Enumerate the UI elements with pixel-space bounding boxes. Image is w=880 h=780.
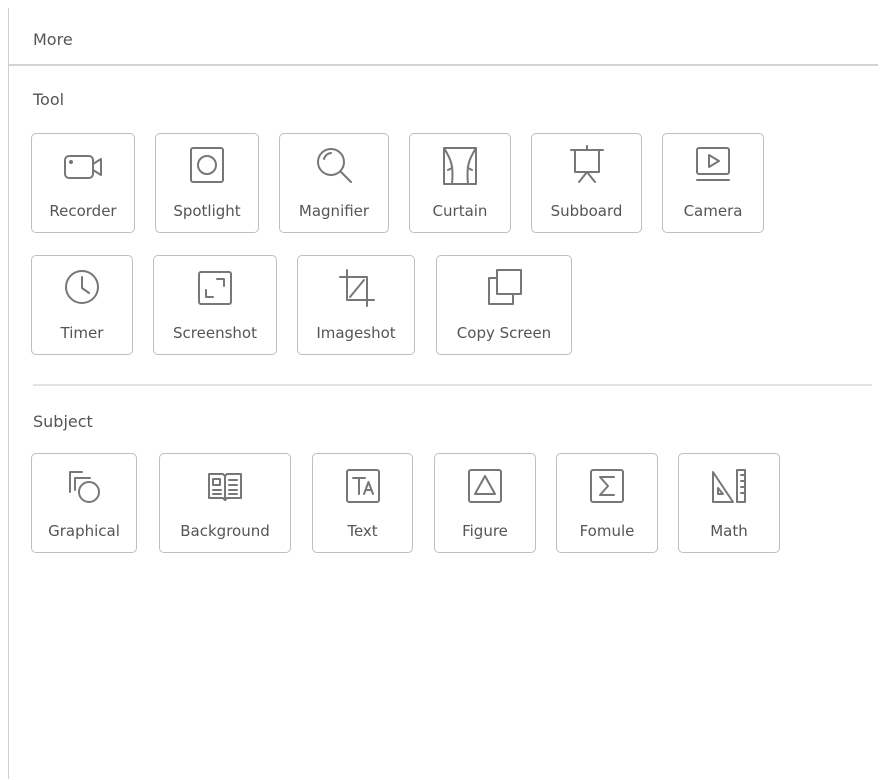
- magnifier-label: Magnifier: [298, 202, 370, 220]
- subboard-button[interactable]: Subboard: [531, 133, 642, 233]
- imageshot-label: Imageshot: [316, 324, 396, 342]
- section-divider: [33, 384, 872, 386]
- magnifier-button[interactable]: Magnifier: [279, 133, 389, 233]
- subboard-label: Subboard: [550, 202, 623, 220]
- screenshot-button[interactable]: Screenshot: [153, 255, 277, 355]
- open-book-icon: [201, 462, 249, 510]
- panel-header: More: [9, 8, 878, 66]
- background-label: Background: [180, 522, 270, 540]
- screenshot-label: Screenshot: [173, 324, 257, 342]
- triangle-figure-icon: [461, 462, 509, 510]
- imageshot-button[interactable]: Imageshot: [297, 255, 415, 355]
- camera-label: Camera: [683, 202, 743, 220]
- timer-button[interactable]: Timer: [31, 255, 133, 355]
- clock-icon: [58, 264, 106, 312]
- curtain-label: Curtain: [432, 202, 488, 220]
- subject-section-title: Subject: [33, 412, 93, 431]
- video-camera-icon: [59, 142, 107, 190]
- shapes-icon: [60, 462, 108, 510]
- set-square-ruler-icon: [705, 462, 753, 510]
- tool-section-title: Tool: [33, 90, 65, 109]
- more-panel: More Tool Recorder Spotlight Magnifier C…: [8, 8, 878, 779]
- fomule-button[interactable]: Fomule: [556, 453, 658, 553]
- spotlight-button[interactable]: Spotlight: [155, 133, 259, 233]
- curtain-icon: [436, 142, 484, 190]
- recorder-button[interactable]: Recorder: [31, 133, 135, 233]
- magnifier-icon: [310, 142, 358, 190]
- text-button[interactable]: Text: [312, 453, 413, 553]
- fomule-label: Fomule: [579, 522, 635, 540]
- spotlight-icon: [183, 142, 231, 190]
- timer-label: Timer: [60, 324, 104, 342]
- sigma-formula-icon: [583, 462, 631, 510]
- crop-icon: [332, 264, 380, 312]
- panel-title: More: [33, 30, 73, 49]
- camera-button[interactable]: Camera: [662, 133, 764, 233]
- figure-label: Figure: [462, 522, 508, 540]
- math-button[interactable]: Math: [678, 453, 780, 553]
- graphical-button[interactable]: Graphical: [31, 453, 137, 553]
- copy-screen-label: Copy Screen: [456, 324, 552, 342]
- math-label: Math: [710, 522, 748, 540]
- easel-board-icon: [563, 142, 611, 190]
- figure-button[interactable]: Figure: [434, 453, 536, 553]
- monitor-play-icon: [689, 142, 737, 190]
- text-box-icon: [339, 462, 387, 510]
- text-label: Text: [347, 522, 378, 540]
- recorder-label: Recorder: [49, 202, 117, 220]
- curtain-button[interactable]: Curtain: [409, 133, 511, 233]
- copy-screen-button[interactable]: Copy Screen: [436, 255, 572, 355]
- graphical-label: Graphical: [48, 522, 120, 540]
- background-button[interactable]: Background: [159, 453, 291, 553]
- screenshot-frame-icon: [191, 264, 239, 312]
- spotlight-label: Spotlight: [173, 202, 241, 220]
- copy-screen-icon: [480, 264, 528, 312]
